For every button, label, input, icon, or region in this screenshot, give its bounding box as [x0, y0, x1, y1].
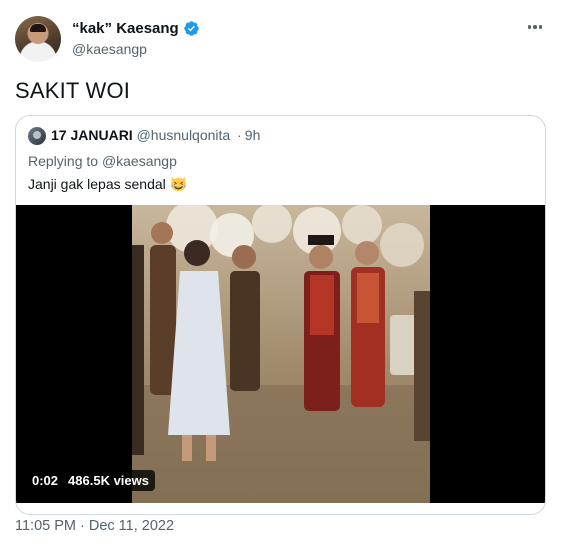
quoted-author-name: 17 JANUARI — [51, 127, 133, 143]
verified-badge-icon — [183, 21, 199, 36]
quoted-tweet-header: 17 JANUARI @husnulqonita · 9h — [51, 127, 260, 143]
tweet-time: 11:05 PM — [15, 518, 76, 534]
wedding-scene-image — [132, 205, 430, 503]
author-username[interactable]: @kaesangp — [72, 41, 147, 57]
tweet-timestamp[interactable]: 11:05 PM · Dec 11, 2022 — [15, 518, 174, 534]
quoted-tweet-text-row: Janji gak lepas sendal — [28, 175, 187, 192]
replying-prefix: Replying to — [28, 153, 99, 169]
timestamp-separator: · — [80, 518, 85, 534]
quoted-author-username: @husnulqonita — [136, 127, 231, 143]
replying-to-line: Replying to @kaesangp — [28, 153, 177, 169]
quoted-time-separator: · — [237, 127, 242, 143]
quoted-time: 9h — [244, 127, 261, 143]
video-views: 486.5K views — [68, 473, 149, 488]
replying-mention: @kaesangp — [101, 153, 177, 169]
author-avatar[interactable] — [15, 16, 61, 62]
quoted-tweet-text: Janji gak lepas sendal — [28, 175, 166, 192]
author-name-row: “kak” Kaesang — [72, 20, 200, 37]
tweet-date: Dec 11, 2022 — [88, 518, 175, 534]
author-display-name[interactable]: “kak” Kaesang — [72, 20, 179, 37]
video-info-badge: 0:02 486.5K views — [26, 470, 155, 491]
tweet-text: SAKIT WOI — [15, 78, 131, 103]
quoted-author-avatar — [28, 127, 46, 145]
video-player[interactable]: 0:02 486.5K views — [16, 205, 545, 503]
quoted-tweet-card[interactable]: 17 JANUARI @husnulqonita · 9h Replying to… — [15, 115, 546, 515]
video-still[interactable] — [132, 205, 430, 503]
video-elapsed: 0:02 — [32, 473, 59, 488]
tweet: “kak” Kaesang @kaesangp SAKIT WOI 17 JAN… — [0, 0, 564, 552]
more-options-icon[interactable] — [524, 17, 546, 37]
grinning-squinting-cat-face-icon — [170, 176, 186, 192]
